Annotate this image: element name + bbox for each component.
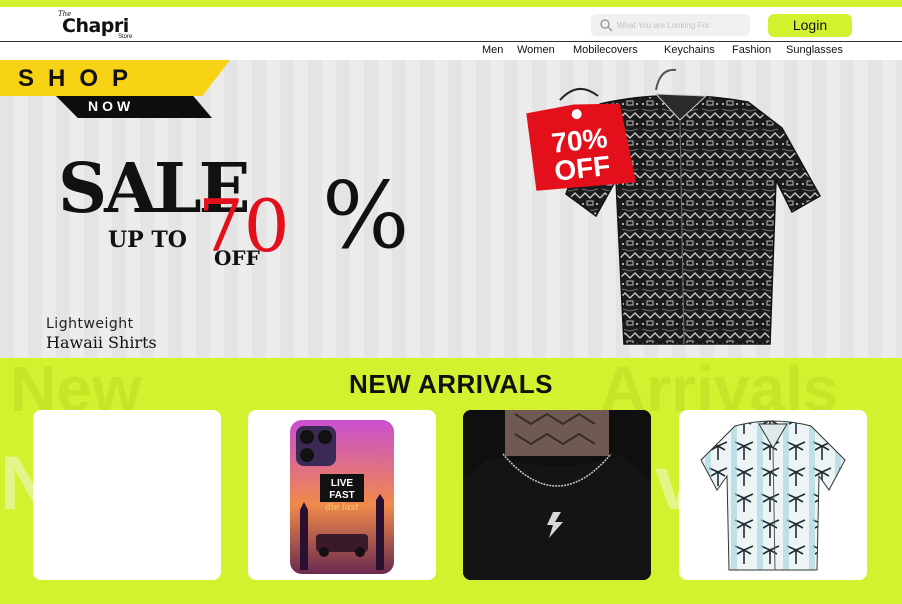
search-box[interactable]	[591, 14, 750, 36]
necklace-image	[463, 410, 651, 580]
phone-text-die-last: die last	[325, 503, 359, 513]
product-card-palm-shirt[interactable]	[679, 410, 867, 580]
sale-up-to: UP TO	[108, 227, 187, 253]
new-arrivals-section: New Arrivals New Arrivals NEW ARRIVALS L…	[0, 358, 902, 604]
nav-item-mobilecovers[interactable]: Mobilecovers	[573, 44, 638, 56]
shop-text[interactable]: SHOP	[18, 65, 142, 93]
new-arrivals-title: NEW ARRIVALS	[349, 369, 553, 399]
phone-cover-image: LIVE FAST die last	[290, 420, 394, 574]
sale-off: OFF	[214, 246, 260, 270]
product-card-blank[interactable]	[33, 410, 221, 580]
hero-subtitle-lightweight: Lightweight	[46, 316, 134, 332]
nav-item-men[interactable]: Men	[482, 44, 503, 56]
category-nav: Men Women Mobilecovers Keychains Fashion…	[0, 42, 902, 60]
hero-subtitle-hawaii: Hawaii Shirts	[46, 333, 157, 352]
now-text[interactable]: NOW	[88, 98, 134, 114]
nav-item-sunglasses[interactable]: Sunglasses	[786, 44, 843, 56]
product-card-chain-necklace[interactable]	[463, 410, 651, 580]
logo-store: Store	[118, 34, 133, 40]
phone-text-fast: FAST	[329, 490, 355, 501]
top-accent-strip	[0, 0, 902, 7]
product-card-phone-cover[interactable]: LIVE FAST die last	[248, 410, 436, 580]
store-logo[interactable]: The Chapri Store	[58, 10, 148, 42]
nav-item-women[interactable]: Women	[517, 44, 555, 56]
phone-text-live: LIVE	[331, 478, 354, 489]
palm-shirt-image	[700, 420, 846, 571]
site-header: The Chapri Store Login	[0, 7, 902, 42]
nav-item-fashion[interactable]: Fashion	[732, 44, 771, 56]
tag-line-off: OFF	[553, 150, 612, 187]
search-input[interactable]	[617, 17, 745, 33]
search-icon[interactable]	[599, 18, 613, 32]
login-button[interactable]: Login	[768, 14, 852, 37]
sale-percent-sign: %	[322, 162, 410, 269]
hero-banner[interactable]: SHOP NOW SALE % 70 UP TO OFF Lightweight…	[0, 60, 902, 358]
nav-item-keychains[interactable]: Keychains	[664, 44, 715, 56]
discount-tag: 70% OFF	[526, 88, 637, 191]
